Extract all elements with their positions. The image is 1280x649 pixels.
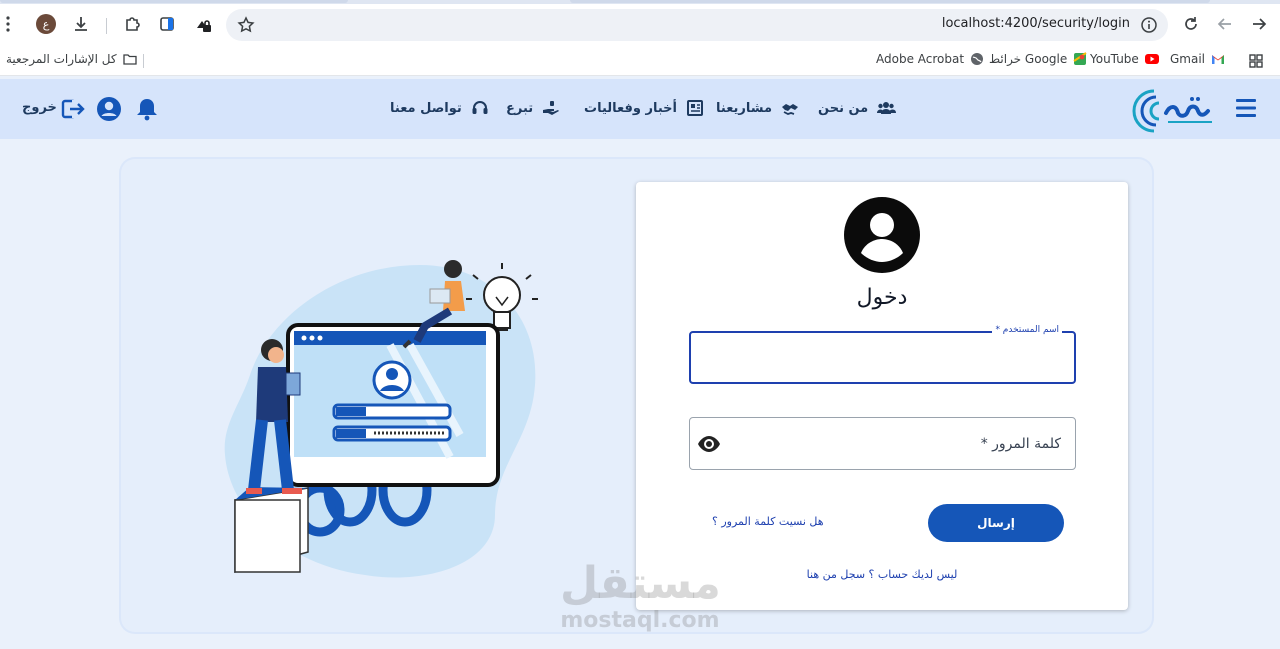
- extensions-icon[interactable]: [119, 11, 145, 37]
- username-input[interactable]: [691, 333, 1074, 382]
- bookmark-adobe-label: Adobe Acrobat: [876, 52, 965, 66]
- maps-icon: [1073, 52, 1087, 65]
- handshake-icon: [782, 104, 799, 115]
- nav-donate-label: تبرع: [506, 100, 534, 116]
- nav-about[interactable]: من نحن: [818, 98, 897, 118]
- logout-link[interactable]: خروج: [22, 100, 57, 115]
- bookmark-youtube-label: YouTube: [1090, 52, 1139, 66]
- bookmark-youtube[interactable]: YouTube: [1090, 52, 1159, 66]
- bookmark-gmail[interactable]: Gmail: [1170, 52, 1225, 66]
- forgot-password-link[interactable]: هل نسيت كلمة المرور ؟: [712, 515, 824, 528]
- toolbar-divider: [106, 18, 107, 34]
- site-lock-icon[interactable]: [190, 11, 216, 37]
- nav-projects[interactable]: مشاريعنا: [716, 98, 800, 118]
- login-card: دخول اسم المستخدم * إرسال هل نسيت كلمة ا…: [636, 182, 1128, 610]
- donate-hand-icon: [543, 101, 560, 115]
- bookmark-maps[interactable]: خرائط Google: [989, 52, 1087, 66]
- brand-logo[interactable]: [1132, 83, 1218, 135]
- bookmark-adobe[interactable]: Adobe Acrobat: [876, 52, 984, 66]
- hamburger-menu-icon[interactable]: [1234, 97, 1258, 119]
- logout-icon[interactable]: [60, 96, 86, 122]
- bookmark-star-icon[interactable]: [236, 15, 256, 35]
- nav-news-label: أخبار وفعاليات: [584, 100, 677, 116]
- site-info-icon[interactable]: [1140, 16, 1158, 34]
- side-panel-icon[interactable]: [154, 11, 180, 37]
- newspaper-icon: [686, 100, 703, 116]
- profile-avatar[interactable]: ع: [36, 14, 56, 34]
- tab[interactable]: [570, 0, 1210, 3]
- headset-icon: [472, 101, 488, 114]
- bookmarks-divider: [143, 54, 144, 68]
- account-icon[interactable]: [96, 96, 122, 122]
- watermark-arabic: مستقل: [560, 558, 721, 609]
- menu-dots-icon[interactable]: [6, 16, 10, 32]
- monitor-icon: [286, 323, 500, 487]
- nav-news[interactable]: أخبار وفعاليات: [584, 98, 705, 118]
- login-title: دخول: [856, 285, 908, 310]
- reload-icon[interactable]: [1178, 11, 1204, 37]
- nav-contact[interactable]: تواصل معنا: [390, 98, 490, 118]
- youtube-icon: [1144, 54, 1159, 64]
- tab[interactable]: [0, 0, 348, 3]
- nav-projects-label: مشاريعنا: [716, 100, 773, 116]
- forward-icon[interactable]: [1212, 11, 1238, 37]
- password-field: [689, 417, 1076, 470]
- login-illustration: [224, 260, 538, 578]
- bookmark-maps-label: خرائط Google: [989, 52, 1068, 66]
- back-icon[interactable]: [1246, 11, 1272, 37]
- bookmarks-bar: كل الإشارات المرجعية Adobe Acrobat خرائط…: [0, 46, 1280, 76]
- bookmark-gmail-label: Gmail: [1170, 52, 1206, 66]
- submit-button[interactable]: إرسال: [928, 504, 1064, 542]
- address-bar[interactable]: localhost:4200/security/login: [226, 9, 1168, 41]
- users-group-icon: [877, 102, 897, 114]
- all-bookmarks[interactable]: كل الإشارات المرجعية: [6, 52, 137, 66]
- nav-donate[interactable]: تبرع: [506, 98, 561, 118]
- user-avatar-icon: [844, 197, 920, 273]
- nav-contact-label: تواصل معنا: [390, 100, 462, 116]
- show-password-eye-icon[interactable]: [697, 432, 721, 456]
- watermark: مستقل mostaql.com: [560, 558, 721, 638]
- notifications-bell-icon[interactable]: [134, 96, 160, 122]
- folder-icon: [122, 54, 137, 65]
- username-field: اسم المستخدم *: [689, 325, 1076, 384]
- url-text[interactable]: localhost:4200/security/login: [942, 16, 1130, 31]
- app-navbar: خروج تواصل معنا تبرع أخبار وفعاليات مشار…: [0, 79, 1280, 139]
- gmail-icon: [1212, 55, 1225, 64]
- nav-about-label: من نحن: [818, 100, 869, 116]
- all-bookmarks-label: كل الإشارات المرجعية: [6, 52, 117, 66]
- apps-grid-icon[interactable]: [1248, 53, 1264, 69]
- globe-icon: [971, 53, 984, 65]
- password-input[interactable]: [690, 418, 1075, 469]
- watermark-latin: mostaql.com: [560, 608, 720, 633]
- download-icon[interactable]: [68, 11, 94, 37]
- browser-toolbar: ع localhost:4200/security/login: [0, 4, 1280, 46]
- box-shape: [234, 487, 309, 573]
